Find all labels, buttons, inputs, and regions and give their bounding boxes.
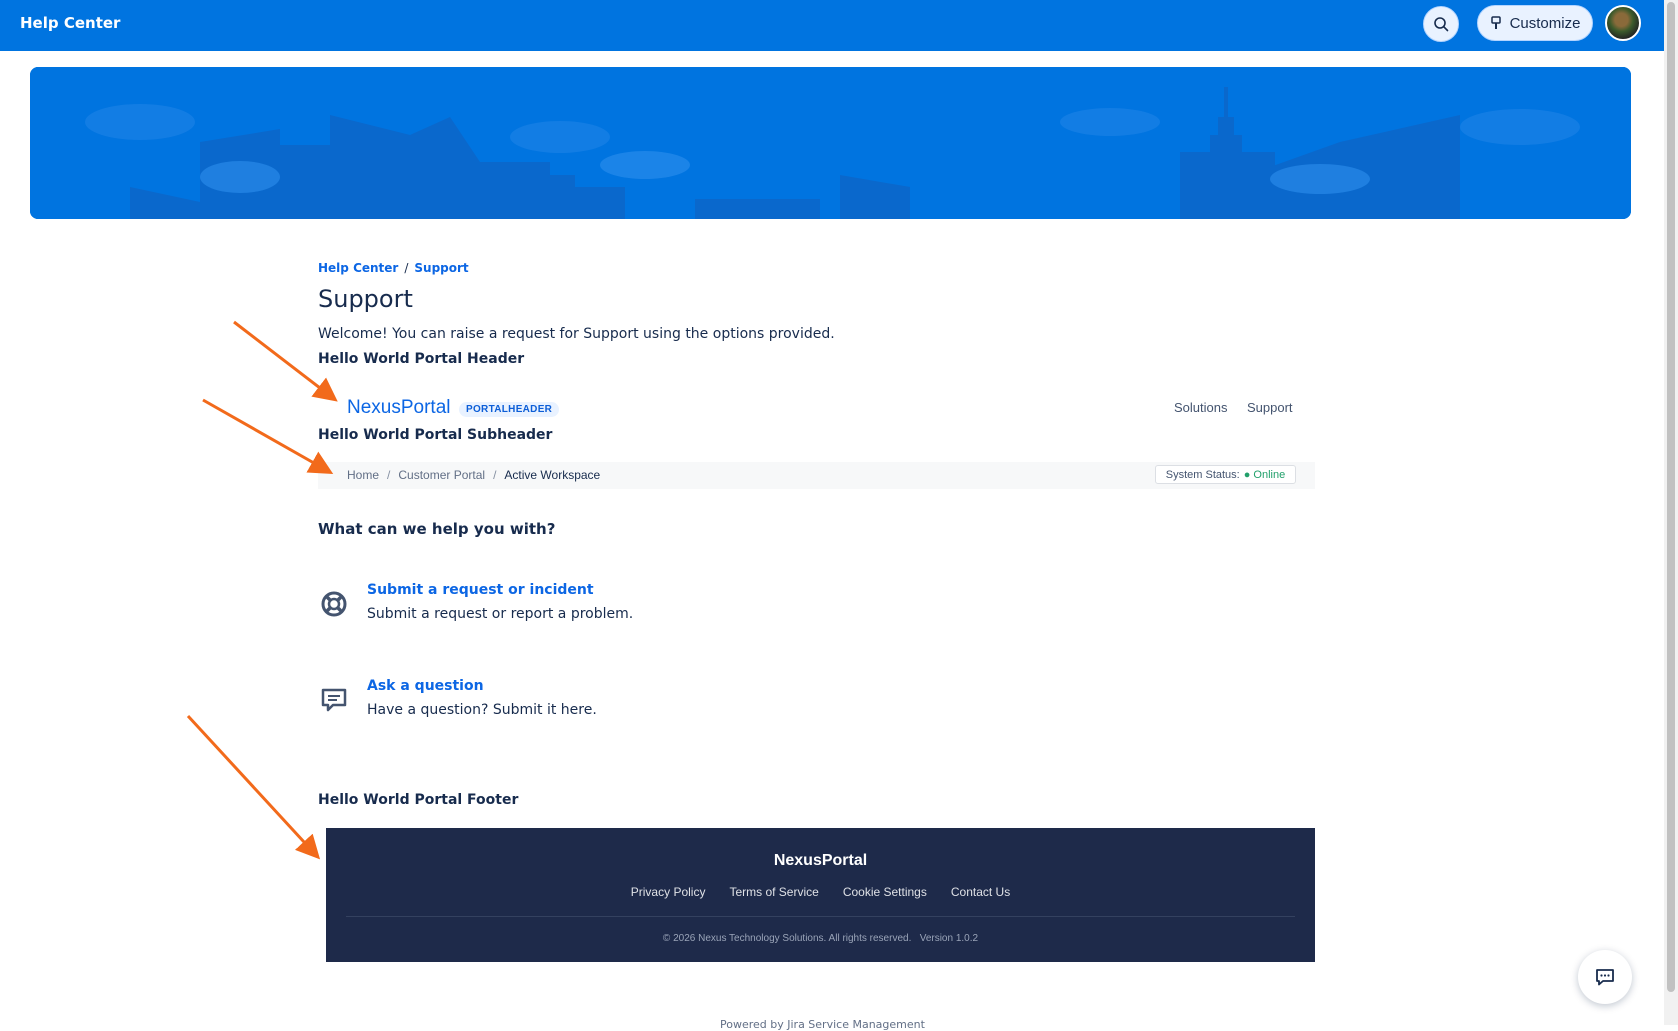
- footer-link-cookies[interactable]: Cookie Settings: [843, 885, 927, 899]
- chat-bubble-icon: [1596, 969, 1614, 986]
- top-navigation-bar: Help Center Customize: [0, 0, 1664, 51]
- footer-copyright-text: © 2026 Nexus Technology Solutions. All r…: [662, 933, 912, 944]
- subheader-crumb-customer-portal[interactable]: Customer Portal: [398, 468, 485, 482]
- chat-widget-button[interactable]: [1578, 950, 1632, 1004]
- chat-message-icon: [321, 688, 347, 712]
- request-type-title[interactable]: Ask a question: [367, 678, 484, 694]
- subheader-crumb-separator: /: [493, 468, 497, 482]
- help-heading: What can we help you with?: [318, 520, 556, 538]
- breadcrumb-support[interactable]: Support: [414, 261, 468, 275]
- nav-support[interactable]: Support: [1247, 400, 1293, 415]
- customize-label: Customize: [1509, 14, 1581, 32]
- request-type-description: Have a question? Submit it here.: [367, 702, 597, 718]
- request-type-ask-question[interactable]: Ask a question Have a question? Submit i…: [318, 678, 1018, 728]
- footer-link-terms[interactable]: Terms of Service: [729, 885, 818, 899]
- footer-brand: NexusPortal: [773, 852, 868, 869]
- hero-banner: [30, 67, 1631, 219]
- subheader-crumb-separator: /: [387, 468, 391, 482]
- footer-links: Privacy Policy Terms of Service Cookie S…: [326, 885, 1315, 899]
- portal-subheader: Home / Customer Portal / Active Workspace Sy…: [318, 462, 1315, 489]
- scrollbar-thumb[interactable]: [1667, 2, 1675, 992]
- subheader-crumb-active-workspace: Active Workspace: [504, 468, 601, 482]
- breadcrumb-help-center[interactable]: Help Center: [318, 261, 398, 275]
- portal-logo[interactable]: NexusPortal: [347, 397, 451, 419]
- welcome-message: Welcome! You can raise a request for Sup…: [318, 326, 835, 342]
- request-type-submit-request[interactable]: Submit a request or incident Submit a re…: [318, 582, 1018, 632]
- page-title: Support: [318, 285, 413, 313]
- footer-copyright: © 2026 Nexus Technology Solutions. All r…: [326, 933, 1315, 944]
- paint-brush-icon: [1490, 16, 1501, 29]
- portal-header-badge: PORTALHEADER: [459, 402, 560, 417]
- portal-header: NexusPortal PORTALHEADER Solutions Suppo…: [318, 390, 1318, 430]
- request-type-description: Submit a request or report a problem.: [367, 606, 634, 622]
- subheader-crumb-home[interactable]: Home: [347, 468, 379, 482]
- portal-subheader-label: Hello World Portal Subheader: [318, 427, 553, 443]
- user-avatar[interactable]: [1605, 5, 1641, 41]
- annotation-arrow: [202, 398, 334, 474]
- annotation-arrow: [186, 714, 321, 860]
- portal-header-label: Hello World Portal Header: [318, 351, 525, 367]
- footer-version: Version 1.0.2: [919, 933, 979, 944]
- lifebuoy-icon: [321, 591, 347, 617]
- customize-button[interactable]: Customize: [1477, 5, 1593, 41]
- search-button[interactable]: [1423, 6, 1459, 42]
- system-status-label: System Status:: [1165, 468, 1240, 481]
- footer-link-privacy[interactable]: Privacy Policy: [631, 885, 706, 899]
- breadcrumb: Help Center / Support: [318, 261, 469, 275]
- portal-footer-label: Hello World Portal Footer: [318, 792, 519, 808]
- portal-footer: NexusPortal Privacy Policy Terms of Serv…: [326, 828, 1315, 962]
- search-icon: [1434, 17, 1449, 32]
- request-type-title[interactable]: Submit a request or incident: [367, 582, 594, 598]
- footer-divider: [346, 916, 1295, 917]
- system-status-badge: System Status: ● Online: [1155, 465, 1296, 484]
- subheader-breadcrumb: Home / Customer Portal / Active Workspace: [347, 468, 600, 482]
- system-status-value: ● Online: [1243, 468, 1286, 481]
- page-scrollbar[interactable]: [1664, 0, 1678, 1025]
- help-center-home-link[interactable]: Help Center: [20, 14, 120, 32]
- breadcrumb-separator: /: [404, 261, 409, 275]
- nav-solutions[interactable]: Solutions: [1174, 400, 1227, 415]
- footer-link-contact[interactable]: Contact Us: [951, 885, 1010, 899]
